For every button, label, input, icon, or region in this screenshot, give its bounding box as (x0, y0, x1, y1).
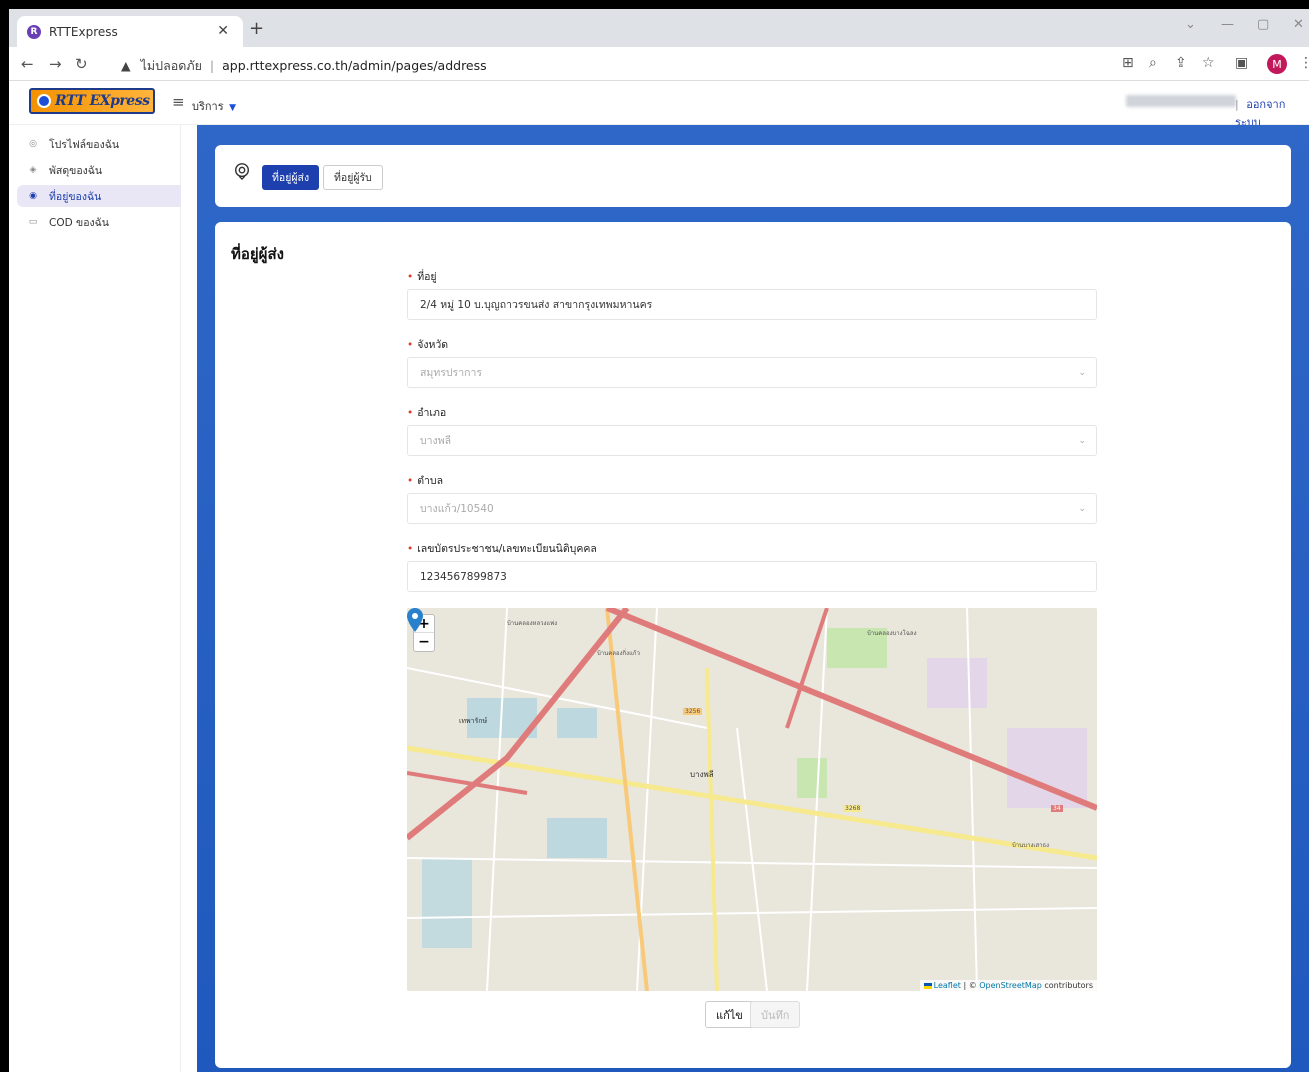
chevron-down-icon: ⌄ (1078, 504, 1086, 514)
app-header: RTT EXpress ≡ บริการ ▼ | ออกจากระบบ (9, 81, 1309, 129)
browser-tabbar: R RTTExpress ✕ + ⌄ — ▢ ✕ (9, 9, 1309, 47)
sidebar-item-parcels[interactable]: ◈ พัสดุของฉัน (17, 159, 181, 181)
edit-button[interactable]: แก้ไข (705, 1001, 754, 1028)
zoom-icon[interactable]: ⌕ (1149, 55, 1157, 71)
form-title: ที่อยู่ผู้ส่ง (231, 245, 284, 263)
location-pin-icon (234, 163, 250, 180)
map-attribution: Leaflet | © OpenStreetMap contributors (919, 980, 1097, 991)
province-value: สมุทรปราการ (420, 367, 482, 379)
card-icon: ▭ (28, 217, 38, 227)
share-icon[interactable]: ⇪ (1175, 55, 1187, 71)
map-label: บ้านคลองหลวงแพ่ง (507, 620, 558, 627)
divider: | (1235, 98, 1239, 111)
district-select[interactable]: บางพลี ⌄ (407, 425, 1097, 456)
pin-icon: ◉ (29, 191, 37, 201)
main-content: ที่อยู่ผู้ส่ง ที่อยู่ผู้รับ ที่อยู่ผู้ส่… (197, 125, 1309, 1072)
map-label: บางพลี (690, 770, 714, 779)
sidebar-item-label: COD ของฉัน (49, 216, 109, 229)
menu-kebab-icon[interactable]: ⋮ (1299, 55, 1309, 71)
bookmark-star-icon[interactable]: ☆ (1202, 55, 1215, 71)
back-icon[interactable]: ← (21, 55, 34, 73)
tab-receiver-address[interactable]: ที่อยู่ผู้รับ (323, 165, 383, 190)
maximize-icon[interactable]: ▢ (1257, 17, 1269, 32)
province-select[interactable]: สมุทรปราการ ⌄ (407, 357, 1097, 388)
map-road-label: 3256 (683, 708, 703, 715)
subdistrict-select[interactable]: บางแก้ว/10540 ⌄ (407, 493, 1097, 524)
chevron-down-icon: ▼ (229, 103, 237, 113)
subdistrict-label: • ตำบล (407, 475, 444, 487)
translate-icon[interactable]: ⊞ (1122, 55, 1134, 71)
chevron-down-icon: ⌄ (1078, 368, 1086, 378)
services-label: บริการ (192, 100, 224, 113)
map-label: บ้านบางเสาธง (1012, 842, 1050, 849)
address-label: • ที่อยู่ (407, 271, 437, 283)
map-label: เทพารักษ์ (459, 717, 488, 725)
id-number-input[interactable]: 1234567899873 (407, 561, 1097, 592)
minimize-icon[interactable]: — (1221, 17, 1234, 32)
services-menu[interactable]: บริการ ▼ (192, 97, 236, 115)
address-form-card: ที่อยู่ผู้ส่ง • ที่อยู่ 2/4 หมู่ 10 บ.บุญ… (215, 222, 1291, 1068)
sidebar-item-profile[interactable]: ◎ โปรไฟล์ของฉัน (17, 133, 181, 155)
warning-icon: ▲ (121, 58, 131, 73)
chevron-down-icon: ⌄ (1078, 436, 1086, 446)
map-label: บ้านคลองกิ่งแก้ว (597, 650, 640, 657)
profile-avatar[interactable]: M (1267, 54, 1287, 74)
tab-search-icon[interactable]: ⌄ (1185, 17, 1196, 32)
id-number-label: • เลขบัตรประชาชน/เลขทะเบียนนิติบุคคล (407, 543, 597, 555)
user-circle-icon: ◎ (29, 139, 37, 149)
url-separator: | (209, 58, 215, 73)
zoom-out-button[interactable]: − (414, 633, 434, 651)
new-tab-icon[interactable]: + (249, 18, 264, 39)
tab-title: RTTExpress (49, 24, 118, 39)
box-icon: ◈ (29, 165, 37, 175)
district-value: บางพลี (420, 435, 452, 447)
browser-window: R RTTExpress ✕ + ⌄ — ▢ ✕ ← → ↻ ▲ ไม่ปลอด… (9, 9, 1309, 1072)
map-marker-icon[interactable] (407, 608, 423, 632)
side-panel-icon[interactable]: ▣ (1235, 55, 1248, 71)
reload-icon[interactable]: ↻ (75, 55, 88, 73)
osm-link[interactable]: OpenStreetMap (979, 981, 1042, 990)
url-field[interactable]: ▲ ไม่ปลอดภัย | app.rttexpress.co.th/admi… (121, 56, 487, 76)
save-button[interactable]: บันทึก (750, 1001, 801, 1028)
sidebar-item-label: ที่อยู่ของฉัน (49, 190, 102, 203)
leaflet-link[interactable]: Leaflet (934, 981, 961, 990)
map-tiles (407, 608, 1097, 991)
map-label: บ้านคลองบางโฉลง (867, 630, 917, 637)
district-label: • อำเภอ (407, 407, 447, 419)
location-map[interactable]: บางพลี เทพารักษ์ บ้านคลองบางโฉลง บ้านบาง… (407, 608, 1097, 991)
address-bar: ← → ↻ ▲ ไม่ปลอดภัย | app.rttexpress.co.t… (9, 47, 1309, 81)
sidebar-item-label: พัสดุของฉัน (49, 164, 103, 177)
address-input[interactable]: 2/4 หมู่ 10 บ.บุญถาวรขนส่ง สาขากรุงเทพมห… (407, 289, 1097, 320)
sidebar-item-cod[interactable]: ▭ COD ของฉัน (17, 211, 181, 233)
address-type-card: ที่อยู่ผู้ส่ง ที่อยู่ผู้รับ (215, 145, 1291, 207)
subdistrict-value: บางแก้ว/10540 (420, 503, 494, 515)
forward-icon[interactable]: → (49, 55, 62, 73)
url-text: app.rttexpress.co.th/admin/pages/address (222, 58, 487, 73)
username-blurred (1126, 95, 1236, 107)
tab-close-icon[interactable]: ✕ (217, 23, 229, 39)
map-road-label: 34 (1051, 805, 1063, 812)
logo-text: RTT EXpress (55, 93, 150, 109)
province-label: • จังหวัด (407, 339, 449, 351)
close-window-icon[interactable]: ✕ (1293, 17, 1304, 32)
rtt-favicon-icon: R (27, 24, 41, 39)
url-warning: ไม่ปลอดภัย (140, 58, 202, 73)
map-road-label: 3268 (843, 805, 863, 812)
rtt-logo[interactable]: RTT EXpress (29, 88, 155, 114)
sidebar-item-label: โปรไฟล์ของฉัน (49, 138, 120, 151)
sidebar: ◎ โปรไฟล์ของฉัน ◈ พัสดุของฉัน ◉ ที่อยู่ข… (9, 125, 181, 1072)
browser-tab[interactable]: R RTTExpress ✕ (17, 16, 243, 47)
tab-sender-address[interactable]: ที่อยู่ผู้ส่ง (262, 165, 320, 190)
logo-globe-icon (37, 94, 51, 108)
sidebar-item-addresses[interactable]: ◉ ที่อยู่ของฉัน (17, 185, 181, 207)
ukraine-flag-icon (923, 982, 932, 989)
hamburger-menu-icon[interactable]: ≡ (172, 93, 185, 111)
